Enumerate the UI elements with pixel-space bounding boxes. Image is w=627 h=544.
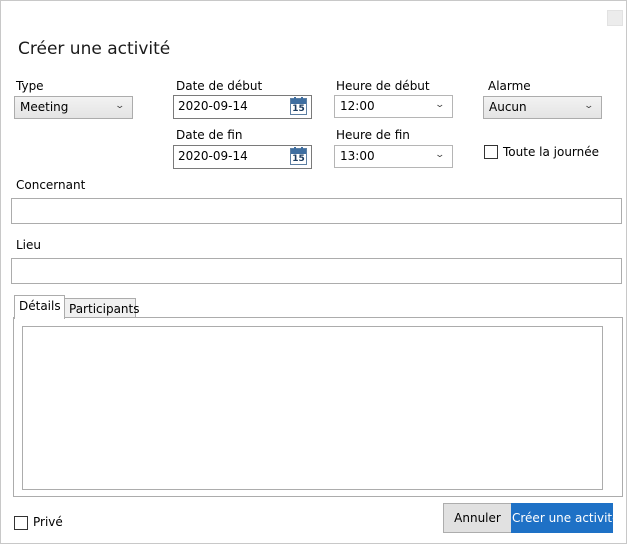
dialog-window: Créer une activité Type Meeting ⌄ Date d… [0, 0, 627, 544]
details-textarea[interactable] [22, 326, 603, 490]
tab-participants[interactable]: Participants [64, 298, 140, 319]
type-label: Type [16, 79, 44, 93]
chevron-down-icon: ⌄ [434, 100, 446, 110]
details-tab-panel [13, 317, 623, 497]
regarding-input[interactable] [11, 198, 622, 224]
start-date-value: 2020-09-14 [178, 99, 248, 113]
alarm-select[interactable]: Aucun ⌄ [483, 96, 602, 119]
close-button[interactable] [607, 10, 623, 26]
start-date-picker[interactable]: 2020-09-14 15 [173, 95, 312, 119]
all-day-label: Toute la journée [503, 145, 600, 159]
regarding-label: Concernant [16, 178, 86, 192]
cancel-button[interactable]: Annuler [443, 503, 512, 533]
create-activity-button[interactable]: Créer une activité [511, 503, 619, 533]
start-time-select[interactable]: 12:00 ⌄ [334, 95, 453, 118]
end-date-picker[interactable]: 2020-09-14 15 [173, 145, 312, 169]
chevron-down-icon: ⌄ [114, 101, 126, 111]
end-time-value: 13:00 [340, 149, 375, 163]
location-label: Lieu [16, 238, 42, 252]
calendar-icon[interactable]: 15 [290, 147, 307, 165]
type-select-value: Meeting [20, 100, 69, 114]
alarm-label: Alarme [488, 79, 531, 93]
chevron-down-icon: ⌄ [434, 150, 446, 160]
private-label: Privé [33, 515, 63, 529]
end-date-value: 2020-09-14 [178, 149, 248, 163]
end-date-label: Date de fin [176, 128, 243, 142]
start-time-value: 12:00 [340, 99, 375, 113]
tab-details[interactable]: Détails [14, 295, 65, 319]
start-time-label: Heure de début [336, 79, 430, 93]
dialog-title: Créer une activité [18, 39, 171, 59]
type-select[interactable]: Meeting ⌄ [14, 96, 133, 119]
location-input[interactable] [11, 258, 622, 284]
alarm-value: Aucun [489, 100, 527, 114]
chevron-down-icon: ⌄ [583, 101, 595, 111]
end-time-select[interactable]: 13:00 ⌄ [334, 145, 453, 168]
all-day-checkbox[interactable] [484, 145, 498, 159]
private-checkbox[interactable] [14, 516, 28, 530]
start-date-label: Date de début [176, 79, 263, 93]
calendar-icon[interactable]: 15 [290, 97, 307, 115]
end-time-label: Heure de fin [336, 128, 410, 142]
